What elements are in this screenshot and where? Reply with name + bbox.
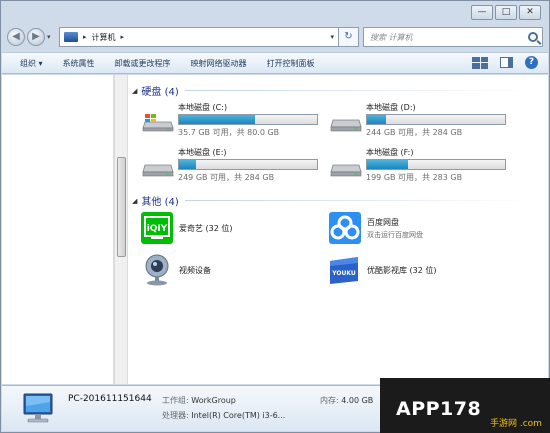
drive-usage-bar (178, 114, 318, 125)
memory-info: 内存: 4.00 GB (320, 395, 373, 406)
group-title: 硬盘 (4) (141, 87, 179, 98)
group-divider (184, 200, 532, 201)
item-text: 百度网盘 双击运行百度网盘 (367, 217, 423, 240)
computer-icon (23, 393, 53, 423)
svg-text:YOUKU: YOUKU (331, 270, 356, 277)
workgroup-value: WorkGroup (191, 396, 236, 405)
group-title: 其他 (4) (141, 197, 179, 208)
workgroup-label: 工作组: (162, 396, 189, 405)
drive-label: 本地磁盘 (D:) (366, 103, 416, 112)
drive-usage-bar (178, 159, 318, 170)
main-pane: ◢ 硬盘 (4) 本地磁盘 (C:) 35.7 GB 可用，共 80.0 GB (130, 75, 548, 384)
search-icon[interactable] (528, 32, 538, 42)
toolbar-right: ? (472, 56, 538, 69)
item-subtitle: 双击运行百度网盘 (367, 230, 423, 239)
drive-f[interactable]: 本地磁盘 (F:) 199 GB 可用，共 283 GB (330, 147, 520, 187)
processor-value: Intel(R) Core(TM) i3-6... (191, 411, 286, 420)
item-iqiyi[interactable]: iQIY 爱奇艺 (32 位) (140, 211, 233, 245)
item-video-device[interactable]: 视频设备 (140, 253, 211, 287)
svg-text:iQIY: iQIY (147, 224, 168, 234)
hard-drive-icon (330, 164, 362, 177)
item-name: 优酷影视库 (32 位) (367, 265, 437, 275)
drive-label: 本地磁盘 (E:) (178, 148, 227, 157)
item-baidu-netdisk[interactable]: 百度网盘 双击运行百度网盘 (328, 211, 423, 245)
computer-name: PC-201611151644 (68, 394, 152, 404)
drive-label: 本地磁盘 (C:) (178, 103, 228, 112)
system-drive-icon (142, 114, 174, 132)
hard-drive-icon (142, 164, 174, 177)
drive-usage-fill (179, 115, 255, 124)
scroll-thumb[interactable] (117, 157, 126, 257)
hard-drive-icon (330, 119, 362, 132)
webcam-icon (145, 254, 169, 286)
item-youku[interactable]: YOUKU 优酷影视库 (32 位) (328, 253, 437, 287)
group-divider (184, 90, 532, 91)
chevron-right-icon[interactable]: ▸ (121, 33, 125, 41)
help-icon[interactable]: ? (525, 56, 538, 69)
drive-label: 本地磁盘 (F:) (366, 148, 414, 157)
refresh-button[interactable]: ↻ (339, 27, 359, 47)
organize-menu[interactable]: 组织 ▾ (20, 58, 43, 69)
explorer-window: — □ ✕ ◀ ▶ ▾ ▸ 计算机 ▸ ▾ ↻ 搜索 计算机 组织 ▾ 系统属性… (0, 0, 550, 433)
drive-usage-fill (367, 115, 387, 124)
address-dropdown-icon[interactable]: ▾ (330, 33, 334, 41)
youku-icon: YOUKU (330, 257, 358, 284)
uninstall-program-button[interactable]: 卸载或更改程序 (115, 58, 171, 69)
collapse-icon[interactable]: ◢ (132, 197, 137, 205)
memory-value: 4.00 GB (341, 396, 374, 405)
caption-buttons: — □ ✕ (471, 5, 541, 20)
drive-d[interactable]: 本地磁盘 (D:) 244 GB 可用，共 284 GB (330, 102, 520, 142)
change-view-icon[interactable] (472, 56, 488, 69)
computer-icon (64, 32, 78, 42)
chevron-right-icon[interactable]: ▸ (83, 33, 87, 41)
drive-usage-fill (179, 160, 196, 169)
drive-usage-bar (366, 114, 506, 125)
memory-label: 内存: (320, 396, 339, 405)
close-button[interactable]: ✕ (519, 5, 541, 20)
item-text: 爱奇艺 (32 位) (179, 223, 233, 234)
navigation-pane[interactable] (2, 75, 114, 384)
iqiyi-icon: iQIY (141, 212, 173, 244)
group-header-others[interactable]: ◢ 其他 (4) (132, 193, 532, 208)
drive-space-info: 249 GB 可用，共 284 GB (178, 173, 275, 182)
item-text: 优酷影视库 (32 位) (367, 265, 437, 276)
nav-scrollbar[interactable] (114, 75, 128, 384)
collapse-icon[interactable]: ◢ (132, 87, 137, 95)
item-name: 百度网盘 (367, 217, 399, 227)
address-bar[interactable]: ▸ 计算机 ▸ ▾ (59, 27, 339, 47)
watermark-logo: APP178 手游网 .com (380, 378, 550, 433)
search-placeholder: 搜索 计算机 (370, 32, 413, 42)
processor-info: 处理器: Intel(R) Core(TM) i3-6... (162, 410, 285, 421)
search-input[interactable]: 搜索 计算机 (363, 27, 543, 47)
forward-button[interactable]: ▶ (27, 28, 45, 46)
system-properties-button[interactable]: 系统属性 (63, 58, 95, 69)
drive-usage-fill (367, 160, 409, 169)
drive-e[interactable]: 本地磁盘 (E:) 249 GB 可用，共 284 GB (142, 147, 332, 187)
map-network-drive-button[interactable]: 映射网络驱动器 (191, 58, 247, 69)
watermark-brand: APP178 (396, 398, 482, 420)
group-header-hard-disks[interactable]: ◢ 硬盘 (4) (132, 83, 532, 98)
minimize-button[interactable]: — (471, 5, 493, 20)
maximize-button[interactable]: □ (495, 5, 517, 20)
watermark-subtitle: 手游网 .com (490, 419, 542, 429)
item-name: 爱奇艺 (32 位) (179, 223, 233, 233)
baidu-netdisk-icon (329, 212, 361, 244)
item-text: 视频设备 (179, 265, 211, 276)
open-control-panel-button[interactable]: 打开控制面板 (267, 58, 315, 69)
breadcrumb-computer[interactable]: 计算机 (92, 32, 116, 43)
drive-c[interactable]: 本地磁盘 (C:) 35.7 GB 可用，共 80.0 GB (142, 102, 332, 142)
workgroup-info: 工作组: WorkGroup (162, 395, 236, 406)
item-name: 视频设备 (179, 265, 211, 275)
processor-label: 处理器: (162, 411, 189, 420)
drive-space-info: 244 GB 可用，共 284 GB (366, 128, 463, 137)
content-area: ◢ 硬盘 (4) 本地磁盘 (C:) 35.7 GB 可用，共 80.0 GB (2, 75, 548, 384)
address-row: ◀ ▶ ▾ ▸ 计算机 ▸ ▾ ↻ 搜索 计算机 (7, 25, 543, 49)
back-button[interactable]: ◀ (7, 28, 25, 46)
command-bar: 组织 ▾ 系统属性 卸载或更改程序 映射网络驱动器 打开控制面板 ? (2, 52, 548, 74)
drive-space-info: 199 GB 可用，共 283 GB (366, 173, 463, 182)
recent-pages-dropdown[interactable]: ▾ (47, 33, 55, 41)
preview-pane-icon[interactable] (500, 57, 513, 68)
drive-space-info: 35.7 GB 可用，共 80.0 GB (178, 128, 280, 137)
drive-usage-bar (366, 159, 506, 170)
